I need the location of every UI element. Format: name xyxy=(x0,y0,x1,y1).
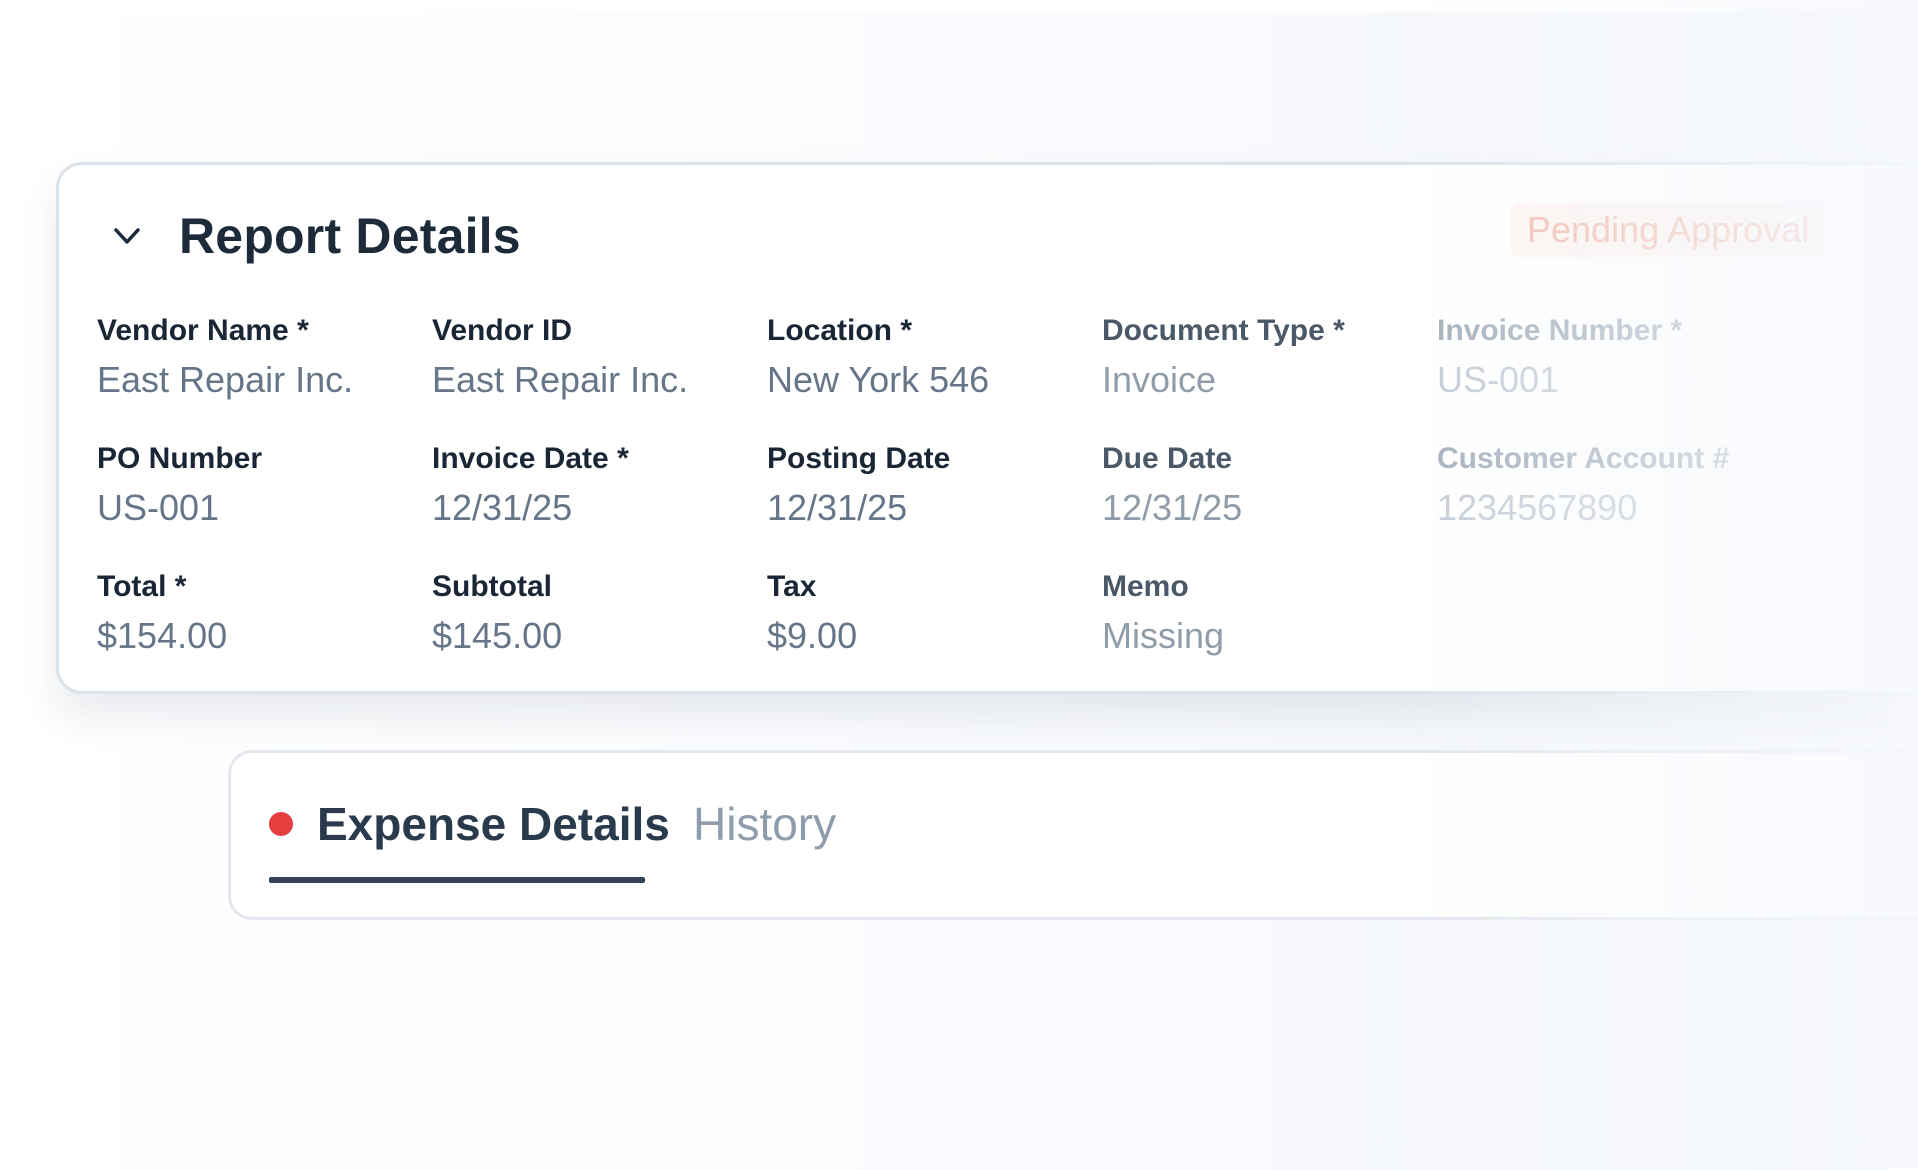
tab-history[interactable]: History xyxy=(693,797,836,851)
field-label: Document Type * xyxy=(1102,314,1345,347)
field-value[interactable]: East Repair Inc. xyxy=(432,359,752,401)
field-value[interactable]: 12/31/25 xyxy=(432,487,752,529)
field-value[interactable]: Invoice xyxy=(1102,359,1422,401)
field-label: Subtotal xyxy=(432,570,552,603)
field-tax: Tax $9.00 xyxy=(767,569,1087,657)
field-document-type: Document Type * Invoice xyxy=(1102,313,1422,401)
page: Report Details Pending Approval Vendor N… xyxy=(0,0,1918,1170)
field-value[interactable]: US-001 xyxy=(1437,359,1757,401)
field-due-date: Due Date 12/31/25 xyxy=(1102,441,1422,529)
red-dot-icon xyxy=(269,812,293,836)
field-label: Posting Date xyxy=(767,442,951,475)
tab-label: Expense Details xyxy=(317,798,670,850)
field-label: Location * xyxy=(767,314,913,347)
field-label: Customer Account # xyxy=(1437,442,1730,475)
field-po-number: PO Number US-001 xyxy=(97,441,417,529)
field-label: PO Number xyxy=(97,442,263,475)
field-subtotal: Subtotal $145.00 xyxy=(432,569,752,657)
field-label: Due Date xyxy=(1102,442,1233,475)
field-label: Tax xyxy=(767,570,817,603)
field-value[interactable]: New York 546 xyxy=(767,359,1087,401)
field-value[interactable]: $145.00 xyxy=(432,615,752,657)
field-location: Location * New York 546 xyxy=(767,313,1087,401)
field-value[interactable]: $9.00 xyxy=(767,615,1087,657)
field-value[interactable]: 12/31/25 xyxy=(767,487,1087,529)
field-invoice-date: Invoice Date * 12/31/25 xyxy=(432,441,752,529)
field-invoice-number: Invoice Number * US-001 xyxy=(1437,313,1757,401)
field-posting-date: Posting Date 12/31/25 xyxy=(767,441,1087,529)
field-vendor-id: Vendor ID East Repair Inc. xyxy=(432,313,752,401)
field-vendor-name: Vendor Name * East Repair Inc. xyxy=(97,313,417,401)
chevron-down-icon[interactable] xyxy=(109,218,145,254)
field-value[interactable]: US-001 xyxy=(97,487,417,529)
field-label: Vendor ID xyxy=(432,314,573,347)
page-title: Report Details xyxy=(179,208,521,264)
field-value[interactable]: Missing xyxy=(1102,615,1422,657)
active-tab-indicator xyxy=(269,877,645,883)
field-label: Total * xyxy=(97,570,187,603)
field-label: Invoice Date * xyxy=(432,442,629,475)
tabs-card: Expense Details History xyxy=(228,750,1918,920)
tab-expense-details[interactable]: Expense Details xyxy=(269,797,670,851)
report-details-header[interactable]: Report Details xyxy=(109,207,521,265)
field-memo: Memo Missing xyxy=(1102,569,1422,657)
field-label: Vendor Name * xyxy=(97,314,309,347)
report-details-card: Report Details Pending Approval Vendor N… xyxy=(56,162,1918,694)
field-value[interactable]: 1234567890 xyxy=(1437,487,1757,529)
status-badge: Pending Approval xyxy=(1511,203,1826,257)
field-label: Memo xyxy=(1102,570,1189,603)
tab-label: History xyxy=(693,798,837,850)
field-label: Invoice Number * xyxy=(1437,314,1683,347)
field-value[interactable]: East Repair Inc. xyxy=(97,359,417,401)
field-total: Total * $154.00 xyxy=(97,569,417,657)
field-value[interactable]: 12/31/25 xyxy=(1102,487,1422,529)
field-customer-account: Customer Account # 1234567890 xyxy=(1437,441,1757,529)
field-value[interactable]: $154.00 xyxy=(97,615,417,657)
